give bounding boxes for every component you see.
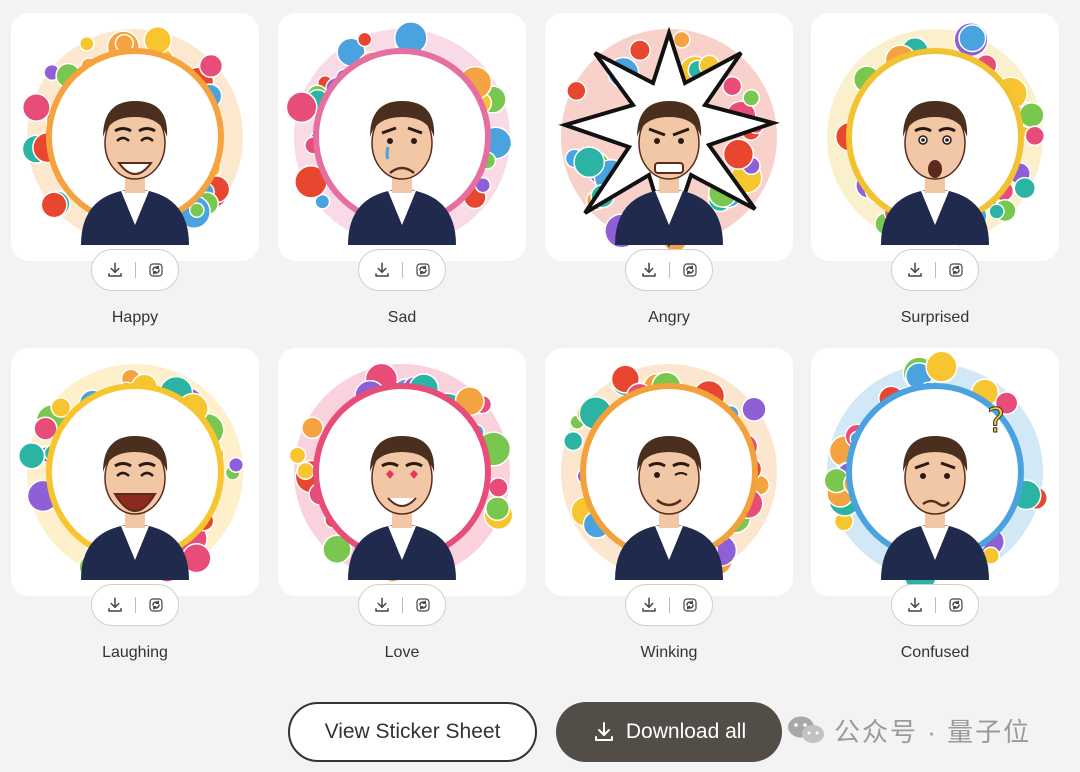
divider (934, 597, 936, 613)
download-icon (374, 262, 389, 277)
download-icon (594, 722, 613, 741)
sticker-label: Surprised (900, 309, 970, 326)
sticker-actions (358, 584, 446, 626)
sticker-actions (358, 249, 446, 291)
wechat-icon (788, 716, 824, 743)
regenerate-button[interactable] (407, 254, 439, 286)
sticker-actions (625, 249, 713, 291)
divider (401, 597, 403, 613)
divider (134, 262, 136, 278)
download-button[interactable] (633, 589, 665, 621)
sticker-image (285, 21, 513, 245)
download-icon (907, 262, 922, 277)
download-button[interactable] (366, 254, 398, 286)
sticker-actions (91, 249, 179, 291)
regenerate-button[interactable] (940, 589, 972, 621)
download-button[interactable] (633, 254, 665, 286)
svg-text:?: ? (987, 401, 1005, 441)
divider (668, 262, 670, 278)
refresh-icon (148, 263, 163, 277)
sticker-label: Angry (648, 309, 690, 326)
sticker-label: Confused (900, 644, 970, 661)
sticker-image (21, 26, 243, 247)
download-button[interactable] (366, 589, 398, 621)
sticker-image-frame[interactable] (545, 348, 793, 596)
download-icon (641, 597, 656, 612)
download-button[interactable] (99, 254, 131, 286)
watermark-text: 公众号 · 量子位 (834, 716, 1032, 747)
sticker-image-frame[interactable]: ? (811, 348, 1059, 596)
sticker-actions (625, 584, 713, 626)
download-icon (641, 262, 656, 277)
download-icon (107, 262, 122, 277)
regenerate-button[interactable] (140, 589, 172, 621)
regenerate-button[interactable] (140, 254, 172, 286)
download-icon (907, 597, 922, 612)
sticker-image-frame[interactable] (278, 13, 526, 261)
refresh-icon (682, 263, 697, 277)
sticker-actions (891, 249, 979, 291)
watermark: 公众号 · 量子位 (786, 712, 1031, 748)
divider (668, 597, 670, 613)
sticker-actions (891, 584, 979, 626)
download-all-label: Download all (625, 720, 747, 743)
download-button[interactable] (899, 254, 931, 286)
sticker-label: Winking (640, 644, 698, 661)
sticker-image-frame[interactable] (811, 13, 1059, 261)
refresh-icon (415, 263, 430, 277)
sticker-image (561, 364, 777, 580)
view-sticker-sheet-label: View Sticker Sheet (324, 720, 501, 743)
sticker-image (17, 364, 245, 583)
regenerate-button[interactable] (407, 589, 439, 621)
sticker-image-frame[interactable] (11, 13, 259, 261)
divider (401, 262, 403, 278)
download-icon (374, 597, 389, 612)
download-icon (107, 597, 122, 612)
sticker-label: Laughing (102, 644, 168, 661)
sticker-image (827, 22, 1046, 247)
sticker-label: Love (384, 644, 420, 661)
sticker-image-frame[interactable] (11, 348, 259, 596)
regenerate-button[interactable] (674, 589, 706, 621)
divider (134, 597, 136, 613)
refresh-icon (148, 598, 163, 612)
download-button[interactable] (99, 589, 131, 621)
sticker-image-frame[interactable] (278, 348, 526, 596)
sticker-image-frame[interactable] (545, 13, 793, 261)
refresh-icon (415, 598, 430, 612)
sticker-actions (91, 584, 179, 626)
sticker-image: ? (823, 350, 1048, 593)
refresh-icon (948, 263, 963, 277)
refresh-icon (682, 598, 697, 612)
refresh-icon (948, 598, 963, 612)
view-sticker-sheet-button[interactable]: View Sticker Sheet (288, 702, 537, 762)
regenerate-button[interactable] (674, 254, 706, 286)
download-all-button[interactable]: Download all (556, 702, 782, 762)
download-button[interactable] (899, 589, 931, 621)
sticker-image (558, 26, 780, 253)
sticker-image (288, 362, 514, 583)
regenerate-button[interactable] (940, 254, 972, 286)
sticker-label: Happy (111, 309, 159, 326)
divider (934, 262, 936, 278)
sticker-label: Sad (387, 309, 417, 326)
